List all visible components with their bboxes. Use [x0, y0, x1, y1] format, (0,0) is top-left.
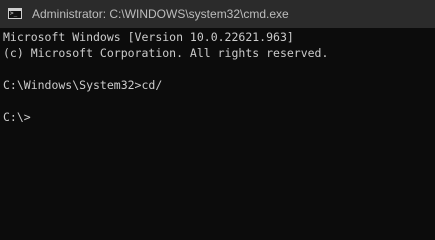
console-line-command: C:\Windows\System32>cd/ — [3, 78, 163, 92]
console-line-version: Microsoft Windows [Version 10.0.22621.96… — [3, 30, 294, 44]
cmd-window: >_ Administrator: C:\WINDOWS\system32\cm… — [0, 0, 435, 212]
window-title: Administrator: C:\WINDOWS\system32\cmd.e… — [32, 7, 289, 21]
console-line-prompt[interactable]: C:\> — [3, 109, 31, 125]
cmd-app-icon[interactable]: >_ — [8, 8, 22, 19]
console-line-copyright: (c) Microsoft Corporation. All rights re… — [3, 46, 329, 60]
console-output[interactable]: Microsoft Windows [Version 10.0.22621.96… — [0, 28, 435, 212]
title-bar[interactable]: >_ Administrator: C:\WINDOWS\system32\cm… — [0, 0, 435, 28]
